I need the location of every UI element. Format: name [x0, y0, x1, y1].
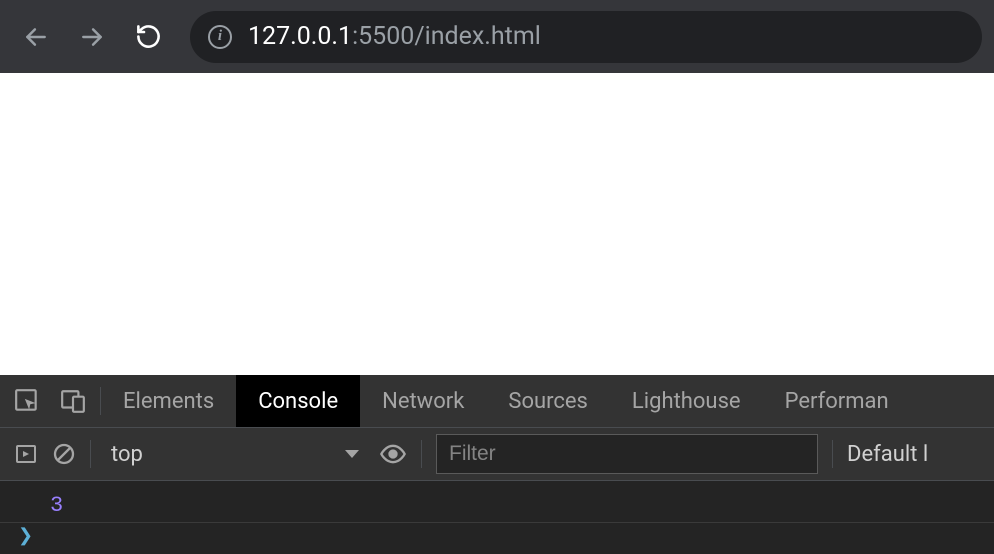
devtools-tab-list: Elements Console Network Sources Lightho… [101, 375, 911, 427]
url-host: 127.0.0.1 [248, 22, 352, 51]
tab-sources[interactable]: Sources [486, 375, 610, 427]
filter-input-wrap [436, 434, 818, 474]
forward-button[interactable] [68, 13, 116, 61]
devtools-tabbar: Elements Console Network Sources Lightho… [0, 375, 994, 428]
arrow-right-icon [79, 24, 105, 50]
live-expression-button[interactable] [379, 440, 407, 468]
console-output: 3 ❯ [0, 481, 994, 554]
devices-icon [60, 388, 86, 414]
eye-icon [379, 440, 407, 468]
tab-console[interactable]: Console [236, 375, 360, 427]
console-log-row[interactable]: 3 [0, 489, 994, 522]
context-label: top [111, 442, 143, 467]
devtools-panel: Elements Console Network Sources Lightho… [0, 375, 994, 554]
reload-button[interactable] [124, 13, 172, 61]
divider [421, 440, 422, 468]
execution-context-select[interactable]: top [105, 442, 365, 467]
url-bar[interactable]: i 127.0.0.1:5500/index.html [190, 11, 982, 63]
inspect-group [0, 375, 100, 427]
tab-network[interactable]: Network [360, 375, 486, 427]
arrow-left-icon [23, 24, 49, 50]
inspect-icon [14, 388, 40, 414]
device-toggle-button[interactable] [60, 388, 86, 414]
url-path: :5500/index.html [352, 22, 541, 51]
browser-toolbar: i 127.0.0.1:5500/index.html [0, 0, 994, 73]
divider [832, 440, 833, 468]
page-viewport [0, 73, 994, 375]
log-levels-select[interactable]: Default l [847, 442, 928, 467]
url-text: 127.0.0.1:5500/index.html [248, 22, 541, 51]
chevron-down-icon [345, 450, 359, 458]
tab-performance[interactable]: Performan [763, 375, 911, 427]
reload-icon [135, 23, 162, 50]
clear-console-button[interactable] [52, 442, 76, 466]
tab-lighthouse[interactable]: Lighthouse [610, 375, 763, 427]
inspect-element-button[interactable] [14, 388, 40, 414]
console-toolbar: top Default l [0, 428, 994, 481]
back-button[interactable] [12, 13, 60, 61]
console-log-value: 3 [50, 493, 63, 518]
sidebar-icon [14, 442, 38, 466]
console-prompt-row[interactable]: ❯ [0, 522, 994, 547]
site-info-icon[interactable]: i [208, 25, 232, 49]
tab-elements[interactable]: Elements [101, 375, 236, 427]
console-filter-input[interactable] [449, 442, 805, 466]
console-sidebar-toggle[interactable] [14, 442, 38, 466]
prompt-chevron-icon: ❯ [18, 525, 33, 547]
divider [90, 440, 91, 468]
clear-icon [52, 442, 76, 466]
